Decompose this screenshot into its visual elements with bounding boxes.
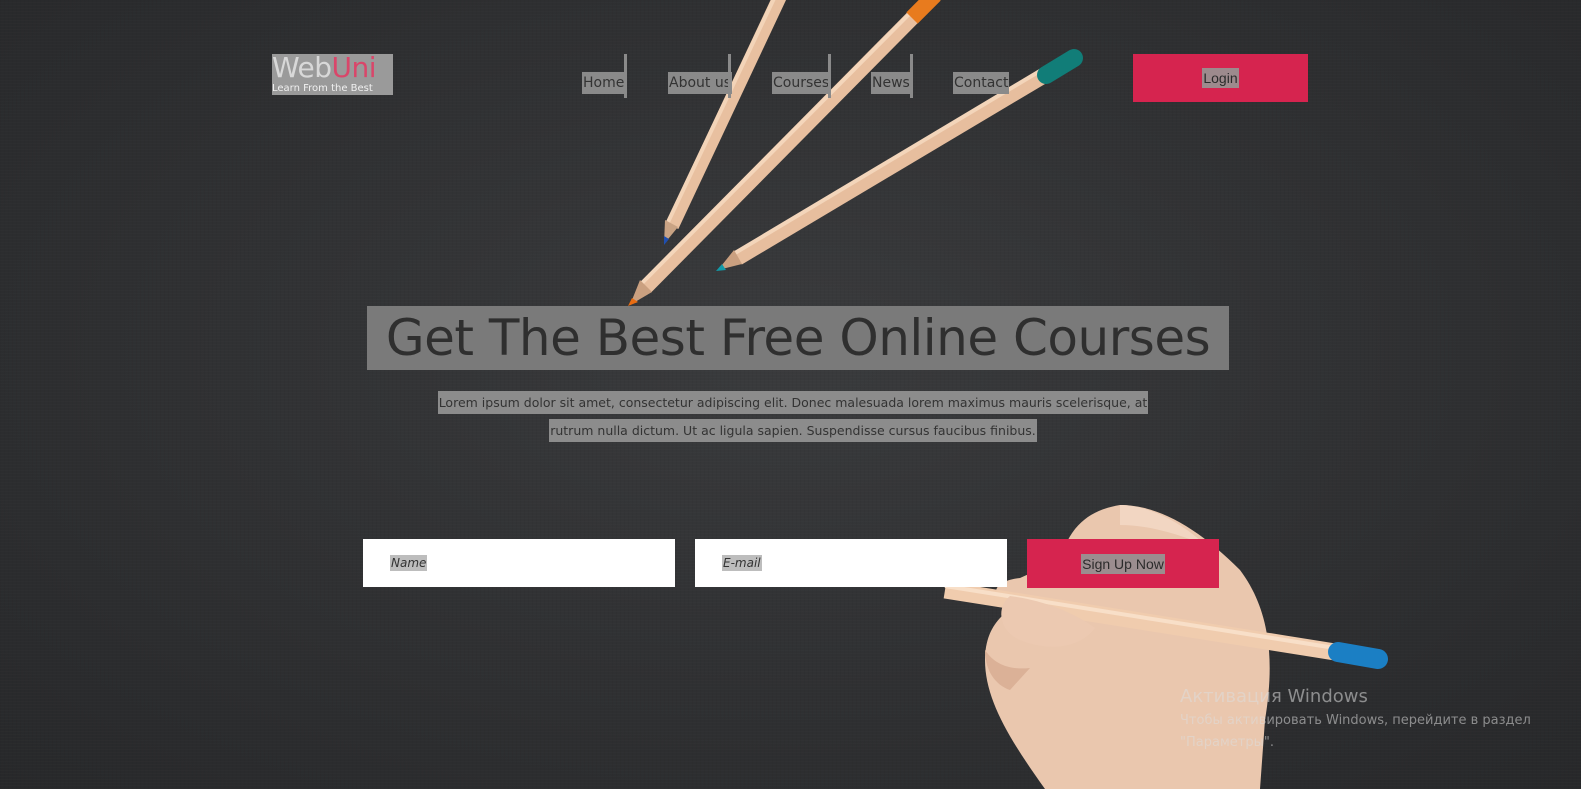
- nav-separator: [728, 54, 731, 98]
- name-input[interactable]: Name: [363, 539, 675, 587]
- finger-illustration: [1001, 596, 1095, 647]
- nav-item-about-us[interactable]: About us: [668, 72, 733, 94]
- nav-separator: [828, 54, 831, 98]
- hero-title: Get The Best Free Online Courses: [367, 306, 1229, 370]
- pencil-in-hand-icon: [943, 581, 1388, 669]
- email-input[interactable]: E-mail: [695, 539, 1007, 587]
- login-button-label: Login: [1202, 68, 1239, 88]
- watermark-line: Чтобы активировать Windows, перейдите в …: [1180, 713, 1531, 728]
- hero-description: Lorem ipsum dolor sit amet, consectetur …: [420, 389, 1166, 445]
- email-input-placeholder: E-mail: [722, 555, 762, 571]
- pencil-orange-icon: [628, 0, 941, 306]
- main-nav: Home About us Courses News Contact: [0, 54, 1581, 98]
- pencil-blue-icon: [664, 0, 787, 245]
- watermark-line: "Параметры".: [1180, 735, 1274, 750]
- watermark-title: Активация Windows: [1180, 686, 1368, 707]
- hero-description-text: Lorem ipsum dolor sit amet, consectetur …: [437, 391, 1149, 442]
- nav-item-news[interactable]: News: [871, 72, 911, 94]
- windows-activation-watermark: Активация Windows Чтобы активировать Win…: [1180, 684, 1531, 754]
- nav-item-contact[interactable]: Contact: [953, 72, 1010, 94]
- nav-separator: [624, 54, 627, 98]
- nav-item-courses[interactable]: Courses: [772, 72, 831, 94]
- sign-up-button-label: Sign Up Now: [1081, 553, 1165, 574]
- sign-up-button[interactable]: Sign Up Now: [1027, 539, 1219, 588]
- nav-item-home[interactable]: Home: [582, 72, 626, 94]
- login-button[interactable]: Login: [1133, 54, 1308, 102]
- name-input-placeholder: Name: [390, 555, 428, 571]
- nav-separator: [910, 54, 913, 98]
